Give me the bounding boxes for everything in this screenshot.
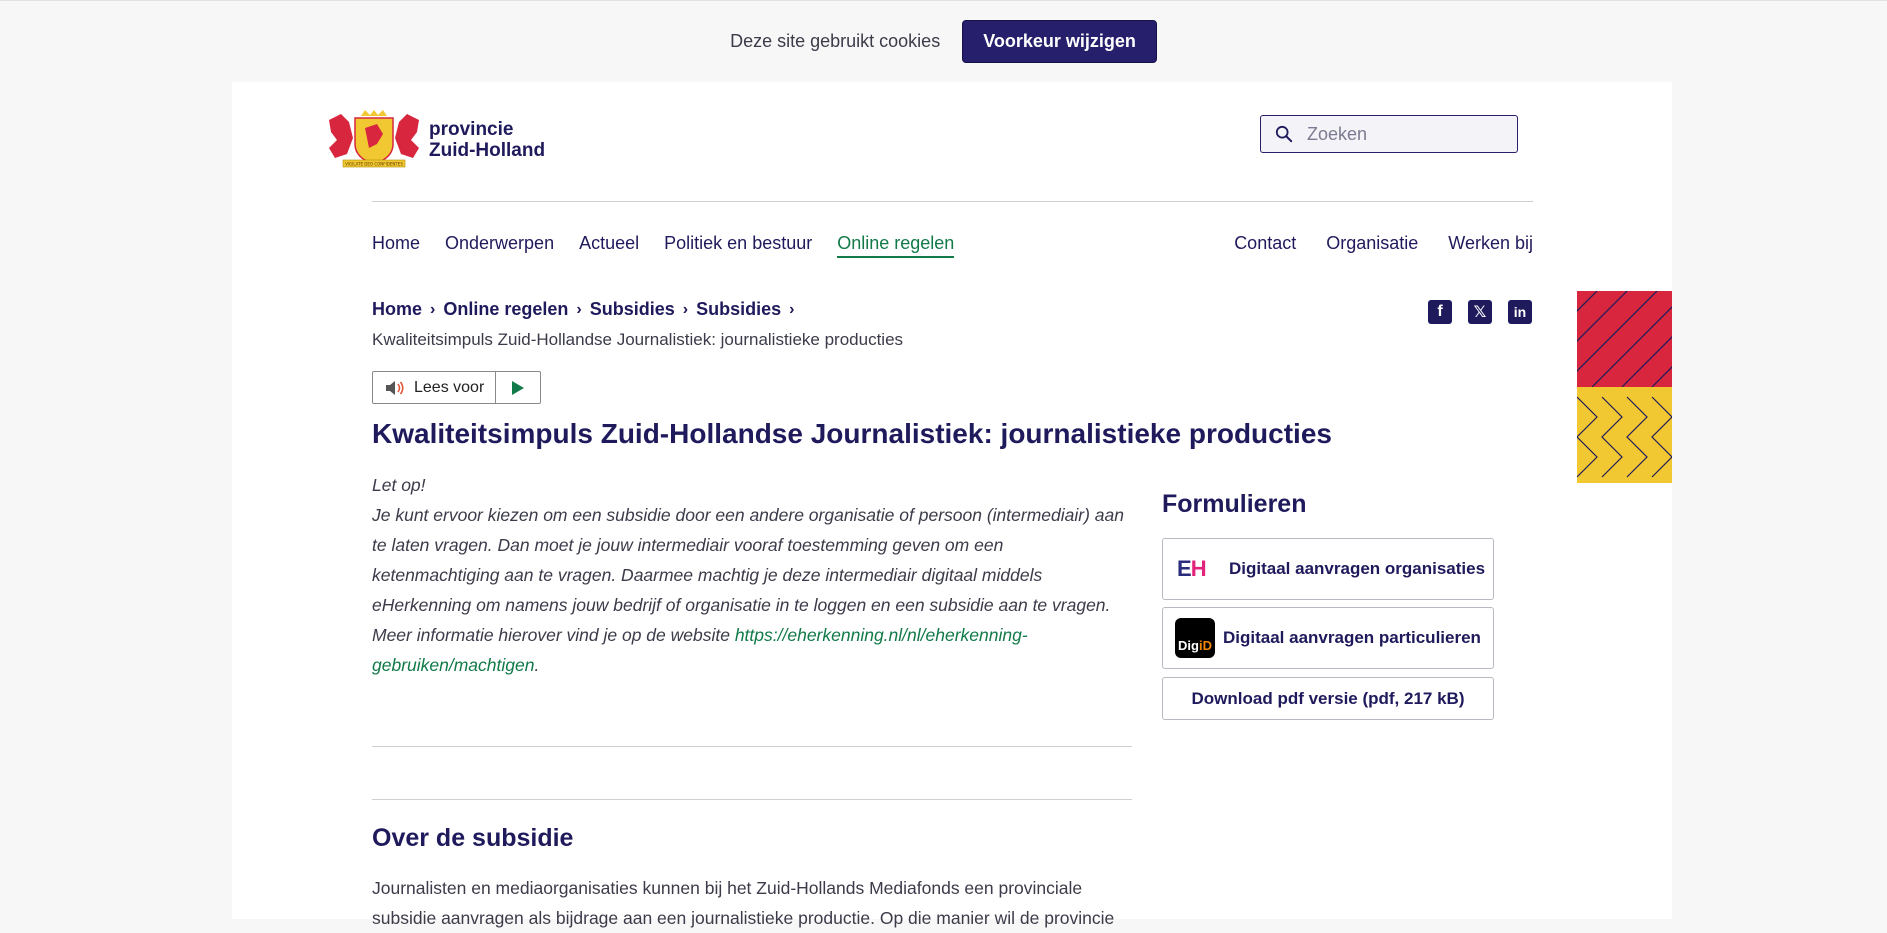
search-input[interactable] — [1305, 122, 1509, 146]
breadcrumb-subsidies-2[interactable]: Subsidies — [696, 299, 781, 320]
digid-apply-label: Digitaal aanvragen particulieren — [1223, 628, 1481, 647]
decorative-stripes — [1577, 291, 1672, 483]
breadcrumb: Home › Online regelen › Subsidies › Subs… — [372, 299, 802, 320]
section-title: Over de subsidie — [372, 824, 574, 852]
nav-politiek-en-bestuur[interactable]: Politiek en bestuur — [664, 233, 812, 258]
nav-contact[interactable]: Contact — [1234, 233, 1296, 254]
digid-icon: Dig iD — [1175, 618, 1215, 658]
search-box[interactable] — [1260, 115, 1518, 153]
chevron-right-icon: › — [576, 300, 582, 318]
search-icon — [1275, 125, 1293, 143]
secondary-nav: Contact Organisatie Werken bij — [1234, 233, 1533, 254]
cookie-bar: Deze site gebruikt cookies Voorkeur wijz… — [0, 0, 1887, 81]
breadcrumb-subsidies-1[interactable]: Subsidies — [590, 299, 675, 320]
intro-text: Je kunt ervoor kiezen om een subsidie do… — [372, 505, 1124, 645]
read-aloud-button[interactable]: Lees voor — [373, 372, 497, 403]
play-icon — [512, 380, 525, 395]
nav-onderwerpen[interactable]: Onderwerpen — [445, 233, 554, 258]
page-title: Kwaliteitsimpuls Zuid-Hollandse Journali… — [372, 418, 1332, 449]
eherkenning-apply-label: Digitaal aanvragen organisaties — [1229, 559, 1486, 578]
coat-of-arms-icon: VIGILATE DEO CONFIDENTES — [329, 110, 419, 168]
read-aloud-widget: Lees voor — [372, 371, 542, 404]
cookie-preferences-button[interactable]: Voorkeur wijzigen — [962, 19, 1157, 63]
eherkenning-apply-button[interactable]: EH Digitaal aanvragen organisaties — [1162, 538, 1494, 600]
logo-line1: provincie — [429, 119, 514, 140]
x-twitter-icon[interactable]: 𝕏 — [1468, 300, 1492, 324]
chevron-right-icon: › — [682, 300, 689, 318]
intro-heading: Let op! — [372, 475, 426, 495]
chevron-right-icon: › — [789, 300, 795, 318]
digid-apply-button[interactable]: Dig iD Digitaal aanvragen particulieren — [1162, 607, 1494, 669]
main-nav: Home Onderwerpen Actueel Politiek en bes… — [372, 233, 955, 258]
nav-actueel[interactable]: Actueel — [579, 233, 639, 258]
forms-title: Formulieren — [1162, 490, 1307, 518]
linkedin-icon[interactable]: in — [1508, 300, 1532, 324]
speaker-icon — [386, 380, 404, 395]
intro-end: . — [534, 655, 540, 675]
logo-line2: Zuid-Holland — [429, 140, 546, 161]
cookie-text: Deze site gebruikt cookies — [730, 30, 941, 51]
site-logo[interactable]: VIGILATE DEO CONFIDENTES provincie Zuid-… — [325, 110, 545, 170]
nav-werken-bij[interactable]: Werken bij — [1448, 233, 1533, 254]
section-text: Journalisten en mediaorganisaties kunnen… — [372, 878, 1115, 928]
facebook-icon[interactable]: f — [1428, 300, 1452, 324]
nav-organisatie[interactable]: Organisatie — [1326, 233, 1418, 254]
intro-notice: Let op! Je kunt ervoor kiezen om een sub… — [372, 470, 1132, 680]
nav-home[interactable]: Home — [372, 233, 420, 258]
social-share: f 𝕏 in — [1428, 300, 1532, 324]
logo-text: provincie Zuid-Holland — [429, 119, 545, 161]
breadcrumb-current: Kwaliteitsimpuls Zuid-Hollandse Journali… — [372, 330, 904, 349]
eherkenning-icon: EH — [1177, 556, 1207, 581]
play-button[interactable] — [496, 372, 540, 403]
chevron-right-icon: › — [430, 300, 436, 318]
nav-online-regelen[interactable]: Online regelen — [837, 233, 955, 258]
content-divider — [372, 799, 1132, 800]
content-divider — [372, 746, 1132, 747]
download-pdf-button[interactable]: Download pdf versie (pdf, 217 kB) — [1162, 677, 1494, 720]
header-divider — [372, 201, 1533, 202]
read-aloud-label: Lees voor — [414, 378, 485, 396]
breadcrumb-home[interactable]: Home — [372, 299, 422, 320]
breadcrumb-online-regelen[interactable]: Online regelen — [443, 299, 568, 320]
svg-text:VIGILATE DEO CONFIDENTES: VIGILATE DEO CONFIDENTES — [345, 162, 403, 167]
